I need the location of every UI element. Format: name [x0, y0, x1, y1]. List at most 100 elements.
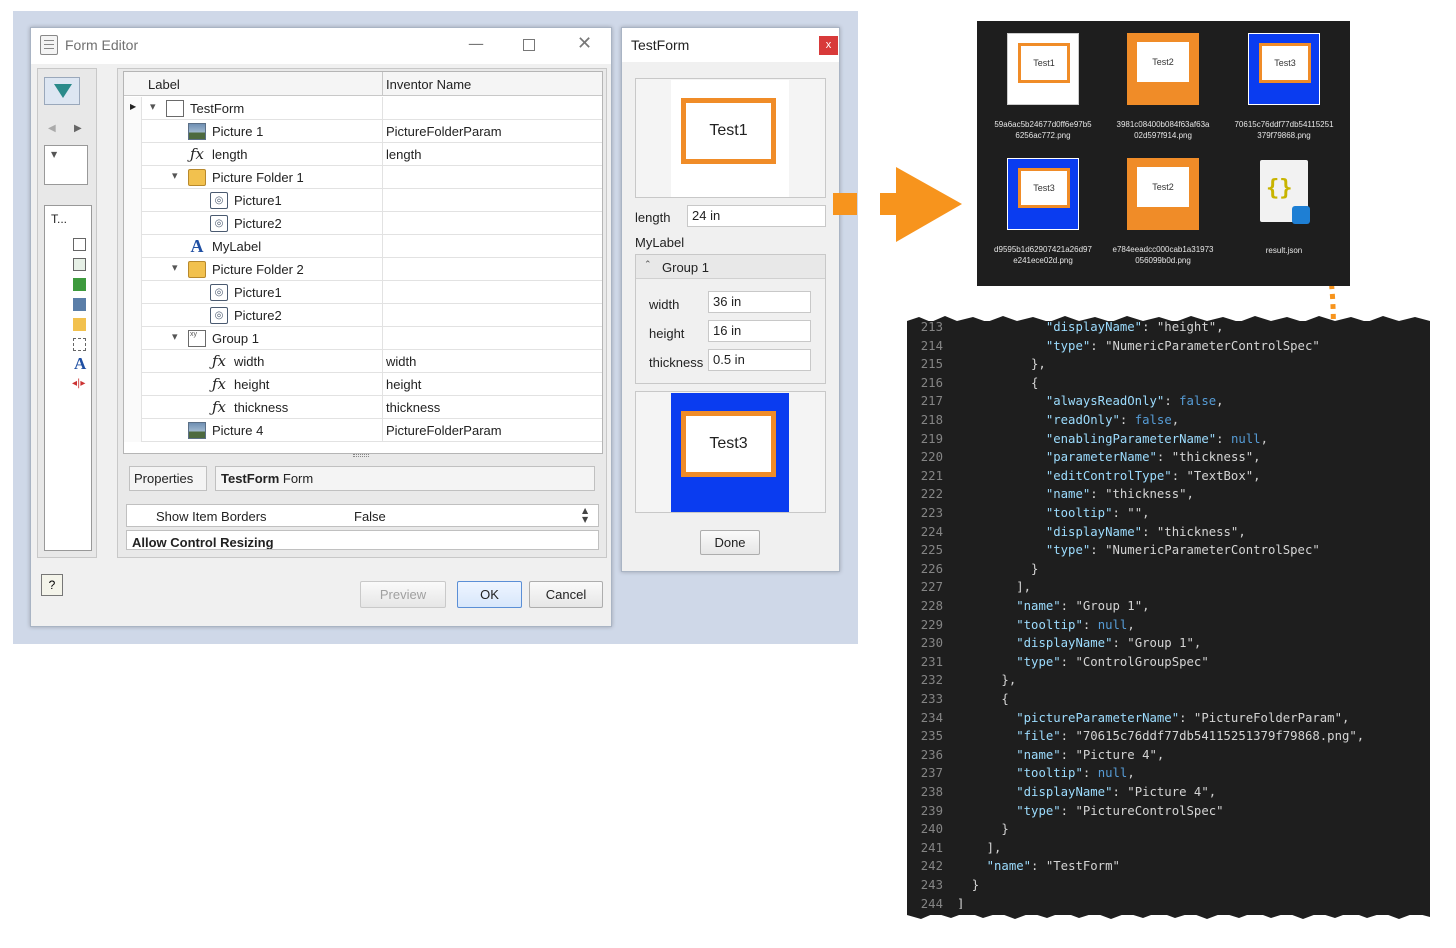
image-file-item[interactable]: Test2 e784eeadcc000cab1a31973 056099b0d.pn… [1098, 158, 1228, 270]
tree-row[interactable]: ▾ xy Group 1 [124, 327, 602, 350]
toolbox-box-icon[interactable] [73, 338, 86, 351]
expand-chevron-icon[interactable]: ▾ [150, 100, 156, 113]
image-file-item[interactable]: Test1 59a6ac5b24677d0ff6e97b5 6256ac772.pn… [978, 33, 1108, 145]
code-line: 221 "editControlType": "TextBox", [907, 467, 1430, 486]
ok-button[interactable]: OK [457, 581, 522, 608]
line-text: "type": "NumericParameterControlSpec" [1045, 543, 1320, 558]
chevron-down-icon: ▼ [51, 150, 58, 159]
toolbox-label-icon[interactable]: A [74, 354, 86, 374]
row-gutter[interactable] [124, 396, 142, 419]
done-button[interactable]: Done [700, 530, 760, 555]
toolbox-list[interactable]: T... A ◂|▸ [44, 205, 92, 551]
preview-button[interactable]: Preview [360, 581, 446, 608]
help-icon: ? [48, 578, 56, 592]
tree-row[interactable]: ƒx thickness thickness [124, 396, 602, 419]
show-item-borders-value[interactable]: False [354, 509, 386, 524]
line-text: "tooltip": null, [1016, 766, 1135, 781]
tree-row[interactable]: ◎ Picture2 [124, 304, 602, 327]
line-text: "name": "Picture 4", [1016, 747, 1165, 762]
row-gutter[interactable] [124, 212, 142, 235]
grid-splitter-grip[interactable] [353, 454, 369, 457]
tree-header: Label Inventor Name [124, 72, 602, 96]
expand-chevron-icon[interactable]: ▾ [172, 261, 178, 274]
properties-tab[interactable]: Properties [129, 466, 207, 491]
line-number: 216 [920, 375, 943, 390]
row-gutter[interactable] [124, 281, 142, 304]
toolbox-folder-icon[interactable] [73, 318, 86, 331]
tree-row[interactable]: ▾ Picture Folder 1 [124, 166, 602, 189]
group-1-box: ⌃ Group 1 width 36 in height 16 in thick… [635, 254, 826, 384]
picture-folder-icon [188, 169, 206, 186]
row-gutter[interactable]: ▶ [124, 97, 142, 120]
tree-row[interactable]: ◎ Picture1 [124, 189, 602, 212]
group-1-title: Group 1 [662, 260, 709, 275]
row-gutter[interactable] [124, 327, 142, 350]
selected-object-type: Form [279, 471, 314, 486]
column-header-label[interactable]: Label [148, 77, 180, 92]
tree-row-label: MyLabel [212, 239, 262, 254]
filter-button[interactable] [44, 77, 80, 105]
code-line: 216 { [907, 374, 1430, 393]
form-tree-grid[interactable]: Label Inventor Name ▶ ▾ TestForm Picture 1P… [123, 71, 603, 454]
height-field[interactable]: 16 in [708, 320, 811, 342]
tree-row[interactable]: ◎ Picture2 [124, 212, 602, 235]
tree-row[interactable]: ƒx length length [124, 143, 602, 166]
tree-row-label: Picture1 [234, 193, 282, 208]
tree-row-inventor-name: length [386, 147, 422, 162]
forward-arrow-icon[interactable]: ▶ [74, 123, 82, 134]
tree-row[interactable]: ◎ Picture1 [124, 281, 602, 304]
toolbox-dropdown[interactable]: ▼ [44, 145, 88, 185]
back-arrow-icon[interactable]: ◀ [48, 123, 56, 134]
row-gutter[interactable] [124, 373, 142, 396]
line-text: "alwaysReadOnly": false, [1045, 394, 1224, 409]
width-field[interactable]: 36 in [708, 291, 811, 313]
show-item-borders-row[interactable]: Show Item Borders False ▲ ▼ [126, 504, 599, 527]
row-gutter[interactable] [124, 166, 142, 189]
image-file-item[interactable]: Test2 3981c08400b084f63af63a 02d597f914.pn… [1098, 33, 1228, 145]
tree-row[interactable]: Picture 1 PictureFolderParam [124, 120, 602, 143]
image-file-item[interactable]: Test3 70615c76ddf77db54115251 379f79868.pn… [1219, 33, 1349, 145]
tree-row[interactable]: ▶ ▾ TestForm [124, 97, 602, 120]
tree-row[interactable]: A MyLabel [124, 235, 602, 258]
tree-row[interactable]: Picture 4 PictureFolderParam [124, 419, 602, 442]
toolbox-form-icon[interactable] [73, 258, 86, 271]
close-icon[interactable]: ✕ [577, 33, 592, 54]
row-gutter[interactable] [124, 350, 142, 373]
testform-close-button[interactable]: x [819, 36, 838, 55]
group-1-header[interactable]: ⌃ Group 1 [636, 255, 825, 279]
row-gutter[interactable] [124, 304, 142, 327]
row-gutter[interactable] [124, 120, 142, 143]
expand-chevron-icon[interactable]: ▾ [172, 169, 178, 182]
column-header-inventor-name[interactable]: Inventor Name [386, 77, 471, 92]
thickness-field[interactable]: 0.5 in [708, 349, 811, 371]
row-gutter[interactable] [124, 419, 142, 442]
row-gutter[interactable] [124, 258, 142, 281]
code-line: 233 { [907, 690, 1430, 709]
tree-row[interactable]: ▾ Picture Folder 2 [124, 258, 602, 281]
toolbox-splitter-icon[interactable]: ◂|▸ [72, 378, 85, 389]
tree-row-label: TestForm [190, 101, 245, 116]
image-file-item[interactable]: Test3 d9595b1d62907421a26d97 e241ece02d.pn… [978, 158, 1108, 270]
camera-icon: ◎ [210, 284, 228, 301]
length-field[interactable]: 24 in [687, 205, 826, 227]
code-line: 226 } [907, 560, 1430, 579]
row-gutter[interactable] [124, 143, 142, 166]
cancel-button[interactable]: Cancel [529, 581, 603, 608]
row-gutter[interactable] [124, 235, 142, 258]
tree-row[interactable]: ƒx height height [124, 373, 602, 396]
json-file-item[interactable]: {} result.json [1219, 158, 1349, 270]
maximize-icon[interactable] [523, 39, 535, 51]
toolbox-group-icon[interactable] [73, 238, 86, 251]
minimize-icon[interactable]: — [468, 34, 484, 53]
help-button[interactable]: ? [41, 574, 63, 596]
file-name-line-2: 379f79868.png [1257, 131, 1311, 140]
line-number: 219 [920, 431, 943, 446]
line-text: } [957, 878, 980, 892]
expand-chevron-icon[interactable]: ▾ [172, 330, 178, 343]
toolbox-picture-2-icon[interactable] [73, 298, 86, 311]
toolbox-picture-icon[interactable] [73, 278, 86, 291]
spinner-icon[interactable]: ▲ ▼ [582, 506, 588, 524]
row-gutter[interactable] [124, 189, 142, 212]
tree-row[interactable]: ƒx width width [124, 350, 602, 373]
allow-control-resizing-row[interactable]: Allow Control Resizing [126, 530, 599, 550]
